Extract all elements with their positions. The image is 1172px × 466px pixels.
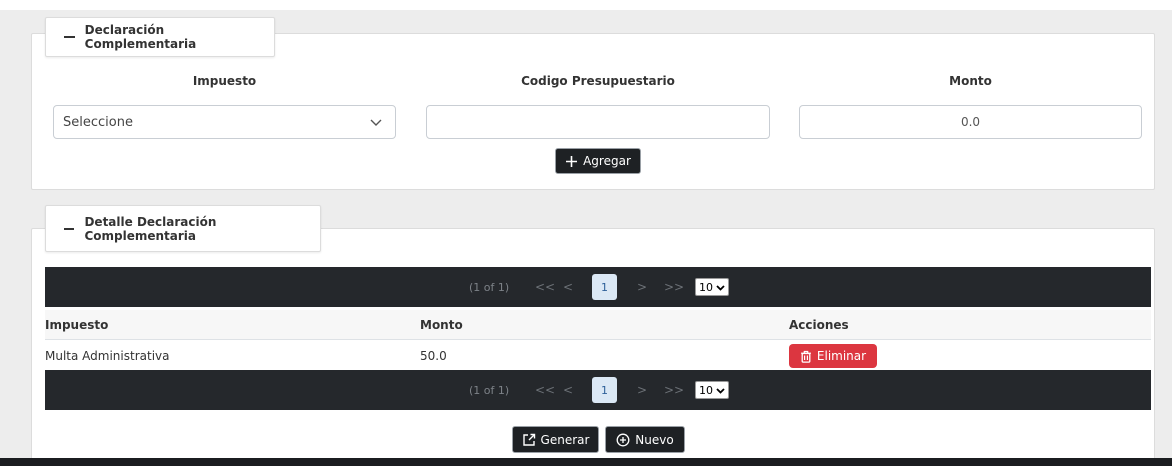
codigo-presupuestario-input[interactable]	[426, 105, 770, 139]
page-info: (1 of 1)	[469, 383, 510, 397]
last-page-button[interactable]: >>	[664, 383, 684, 397]
chevron-down-icon	[716, 285, 725, 291]
chevron-down-icon	[370, 119, 382, 126]
declaracion-legend-label: Declaración Complementaria	[84, 23, 197, 51]
rows-per-page-value: 10	[699, 280, 713, 294]
table-header: Impuesto Monto Acciones	[45, 310, 1151, 340]
prev-page-button[interactable]: <	[563, 280, 573, 294]
detalle-legend-label: Detalle Declaración Complementaria	[84, 214, 217, 243]
nuevo-button[interactable]: Nuevo	[605, 426, 685, 453]
column-header-acciones: Acciones	[789, 317, 849, 332]
row-impuesto: Multa Administrativa	[45, 348, 170, 363]
eliminar-button[interactable]: Eliminar	[789, 344, 877, 368]
first-page-button[interactable]: <<	[535, 383, 555, 397]
eliminar-label: Eliminar	[816, 349, 867, 363]
next-page-button[interactable]: >	[637, 383, 647, 397]
collapse-minus-icon[interactable]	[64, 227, 75, 230]
last-page-button[interactable]: >>	[664, 280, 684, 294]
impuesto-select-value: Seleccione	[63, 114, 133, 130]
agregar-button[interactable]: Agregar	[555, 148, 641, 174]
plus-circle-icon	[616, 433, 630, 446]
plus-icon	[566, 155, 578, 167]
rows-per-page-select[interactable]: 10	[695, 381, 729, 399]
generar-label: Generar	[540, 432, 590, 447]
agregar-label: Agregar	[583, 154, 631, 168]
codigo-header: Codigo Presupuestario	[521, 74, 675, 88]
monto-input[interactable]: 0.0	[799, 105, 1142, 139]
impuesto-select[interactable]: Seleccione	[53, 105, 396, 139]
prev-page-button[interactable]: <	[563, 383, 573, 397]
page-1-button[interactable]: 1	[592, 377, 617, 403]
top-band	[0, 0, 1172, 10]
detalle-legend[interactable]: Detalle Declaración Complementaria	[45, 205, 321, 252]
bottom-bar	[0, 458, 1172, 466]
trash-icon	[800, 350, 811, 363]
first-page-button[interactable]: <<	[535, 280, 555, 294]
monto-header: Monto	[949, 74, 992, 88]
export-icon	[522, 433, 535, 446]
next-page-button[interactable]: >	[637, 280, 647, 294]
declaracion-legend[interactable]: Declaración Complementaria	[45, 17, 275, 57]
column-header-impuesto: Impuesto	[45, 317, 109, 332]
row-monto: 50.0	[420, 348, 447, 363]
rows-per-page-select[interactable]: 10	[695, 278, 729, 296]
paginator-bottom: (1 of 1) << < 1 > >> 10	[45, 370, 1151, 410]
collapse-minus-icon[interactable]	[64, 36, 75, 38]
page-info: (1 of 1)	[469, 280, 510, 294]
generar-button[interactable]: Generar	[512, 426, 599, 453]
chevron-down-icon	[716, 388, 725, 394]
rows-per-page-value: 10	[699, 383, 713, 397]
page-1-button[interactable]: 1	[592, 274, 617, 300]
column-header-monto: Monto	[420, 317, 463, 332]
table-row: Multa Administrativa 50.0 Eliminar	[45, 341, 1151, 370]
nuevo-label: Nuevo	[635, 432, 674, 447]
paginator-top: (1 of 1) << < 1 > >> 10	[45, 267, 1151, 307]
monto-input-value: 0.0	[960, 115, 981, 129]
impuesto-header: Impuesto	[192, 74, 257, 88]
